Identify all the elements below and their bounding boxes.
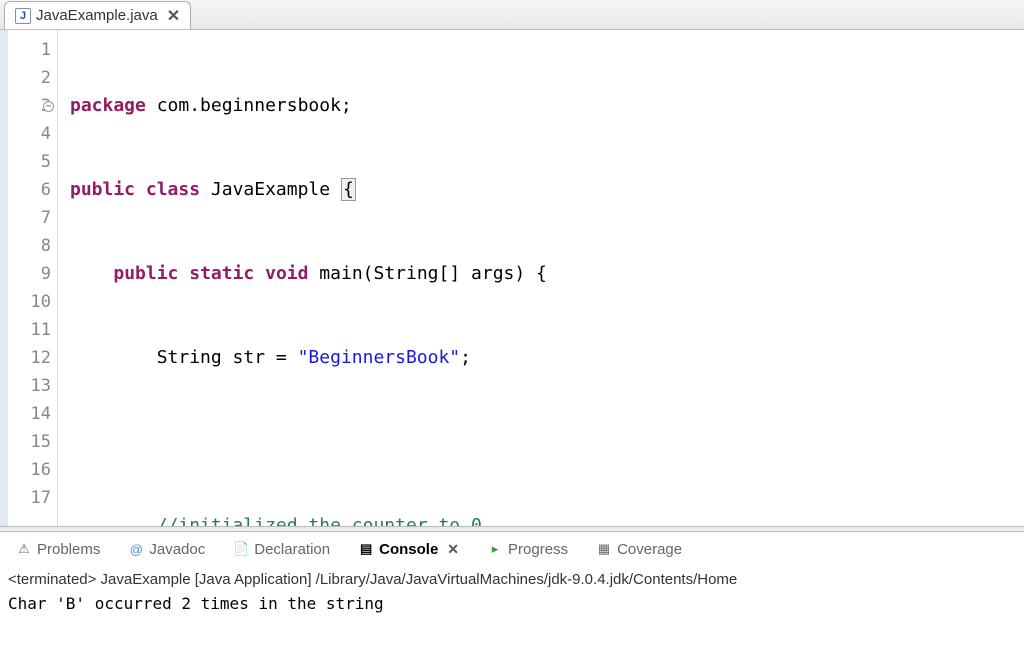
tab-label: Javadoc	[149, 541, 205, 558]
code-line: public class JavaExample {	[70, 176, 1024, 204]
line-number: 2	[0, 64, 51, 92]
console-output-line: Char 'B' occurred 2 times in the string	[8, 592, 1016, 616]
tab-label: Declaration	[254, 541, 330, 558]
matched-brace: {	[341, 178, 356, 201]
tab-filename: JavaExample.java	[36, 7, 158, 24]
tab-progress[interactable]: ▸ Progress	[481, 538, 574, 561]
line-number: 1	[0, 36, 51, 64]
coverage-icon: ▦	[596, 541, 612, 557]
javadoc-icon: @	[128, 541, 144, 557]
declaration-icon: 📄	[233, 541, 249, 557]
java-file-icon: J	[15, 8, 31, 24]
code-line: String str = "BeginnersBook";	[70, 344, 1024, 372]
console-icon: ▤	[358, 541, 374, 557]
gutter: 1 2 3− 4 5 6 7 8 9 10 11 12 13 14 15 16 …	[0, 30, 58, 526]
close-icon[interactable]: ✕	[447, 541, 459, 558]
tab-label: Coverage	[617, 541, 682, 558]
line-number: 16	[0, 456, 51, 484]
console-panel[interactable]: <terminated> JavaExample [Java Applicati…	[0, 566, 1024, 618]
tab-problems[interactable]: ⚠ Problems	[10, 538, 106, 561]
tab-coverage[interactable]: ▦ Coverage	[590, 538, 688, 561]
console-process-info: <terminated> JavaExample [Java Applicati…	[8, 568, 1016, 592]
tab-label: Progress	[508, 541, 568, 558]
line-number: 13	[0, 372, 51, 400]
code-line: public static void main(String[] args) {	[70, 260, 1024, 288]
line-number: 9	[0, 260, 51, 288]
line-number: 5	[0, 148, 51, 176]
code-editor[interactable]: 1 2 3− 4 5 6 7 8 9 10 11 12 13 14 15 16 …	[0, 30, 1024, 526]
tab-javadoc[interactable]: @ Javadoc	[122, 538, 211, 561]
line-number: 11	[0, 316, 51, 344]
bottom-tab-bar: ⚠ Problems @ Javadoc 📄 Declaration ▤ Con…	[0, 532, 1024, 566]
line-number: 15	[0, 428, 51, 456]
tab-console[interactable]: ▤ Console ✕	[352, 538, 465, 561]
code-line: //initialized the counter to 0	[70, 512, 1024, 526]
tab-label: Problems	[37, 541, 100, 558]
line-numbers: 1 2 3− 4 5 6 7 8 9 10 11 12 13 14 15 16 …	[0, 30, 57, 512]
tab-declaration[interactable]: 📄 Declaration	[227, 538, 336, 561]
code-line	[70, 428, 1024, 456]
line-number: 3−	[0, 92, 51, 120]
line-number: 10	[0, 288, 51, 316]
line-number: 7	[0, 204, 51, 232]
line-number: 17	[0, 484, 51, 512]
line-number: 14	[0, 400, 51, 428]
line-number: 8	[0, 232, 51, 260]
code-content[interactable]: package com.beginnersbook; public class …	[58, 30, 1024, 526]
problems-icon: ⚠	[16, 541, 32, 557]
editor-tab-bar: J JavaExample.java ✕	[0, 0, 1024, 30]
progress-icon: ▸	[487, 541, 503, 557]
line-number: 6	[0, 176, 51, 204]
code-line: package com.beginnersbook;	[70, 92, 1024, 120]
line-number: 12	[0, 344, 51, 372]
close-icon[interactable]: ✕	[167, 6, 180, 26]
line-number: 4	[0, 120, 51, 148]
tab-label: Console	[379, 541, 438, 558]
fold-toggle-icon[interactable]: −	[43, 101, 54, 112]
editor-tab-active[interactable]: J JavaExample.java ✕	[4, 1, 191, 29]
